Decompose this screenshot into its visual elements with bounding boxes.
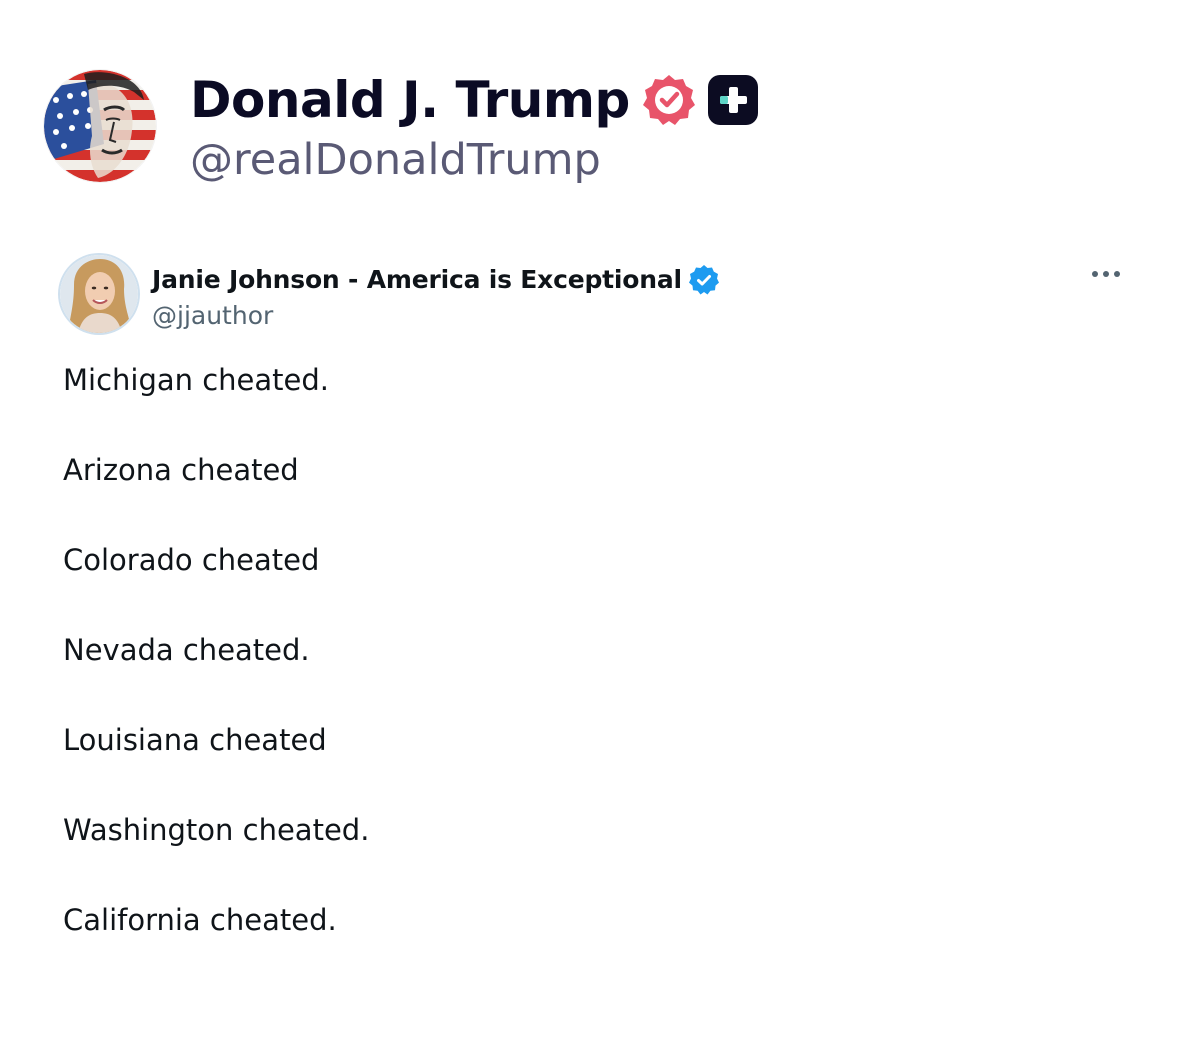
truth-social-icon — [707, 74, 758, 125]
tweet-author-avatar[interactable] — [60, 255, 138, 333]
tweet-text-line: Michigan cheated. — [63, 363, 330, 397]
profile-photo-avatar-icon — [60, 255, 138, 333]
tweet-author-name-row: Janie Johnson - America is Exceptional — [152, 259, 720, 301]
author-avatar[interactable] — [44, 69, 156, 182]
tweet-text-line: California cheated. — [63, 903, 337, 937]
verified-badge-icon — [688, 264, 719, 294]
author-display-name[interactable]: Donald J. Trump — [190, 71, 630, 129]
author-names: Donald J. Trump @realDonaldTrump — [190, 67, 758, 185]
tweet-text-line: Arizona cheated — [63, 453, 299, 487]
tweet-author-names: Janie Johnson - America is Exceptional @… — [152, 259, 720, 330]
tweet-text-line: Washington cheated. — [63, 813, 370, 847]
author-name-row: Donald J. Trump — [190, 67, 758, 133]
tweet-author-handle[interactable]: @jjauthor — [152, 301, 720, 330]
tweet-text-line: Colorado cheated — [63, 543, 320, 577]
more-options-button[interactable] — [1086, 260, 1126, 288]
tweet-header: Janie Johnson - America is Exceptional @… — [60, 252, 1150, 336]
tweet-text: Michigan cheated. Arizona cheated Colora… — [63, 360, 1150, 940]
post-author-header: Donald J. Trump @realDonaldTrump — [44, 67, 758, 185]
author-handle[interactable]: @realDonaldTrump — [190, 135, 758, 185]
tweet-text-line: Nevada cheated. — [63, 633, 310, 667]
tweet-author-display-name[interactable]: Janie Johnson - America is Exceptional — [152, 265, 682, 294]
tweet-text-line: Louisiana cheated — [63, 723, 327, 757]
more-dots-icon — [1092, 271, 1120, 277]
embedded-tweet: Janie Johnson - America is Exceptional @… — [60, 252, 1150, 990]
verified-badge-icon — [642, 74, 695, 125]
portrait-flag-avatar-icon — [44, 69, 156, 182]
